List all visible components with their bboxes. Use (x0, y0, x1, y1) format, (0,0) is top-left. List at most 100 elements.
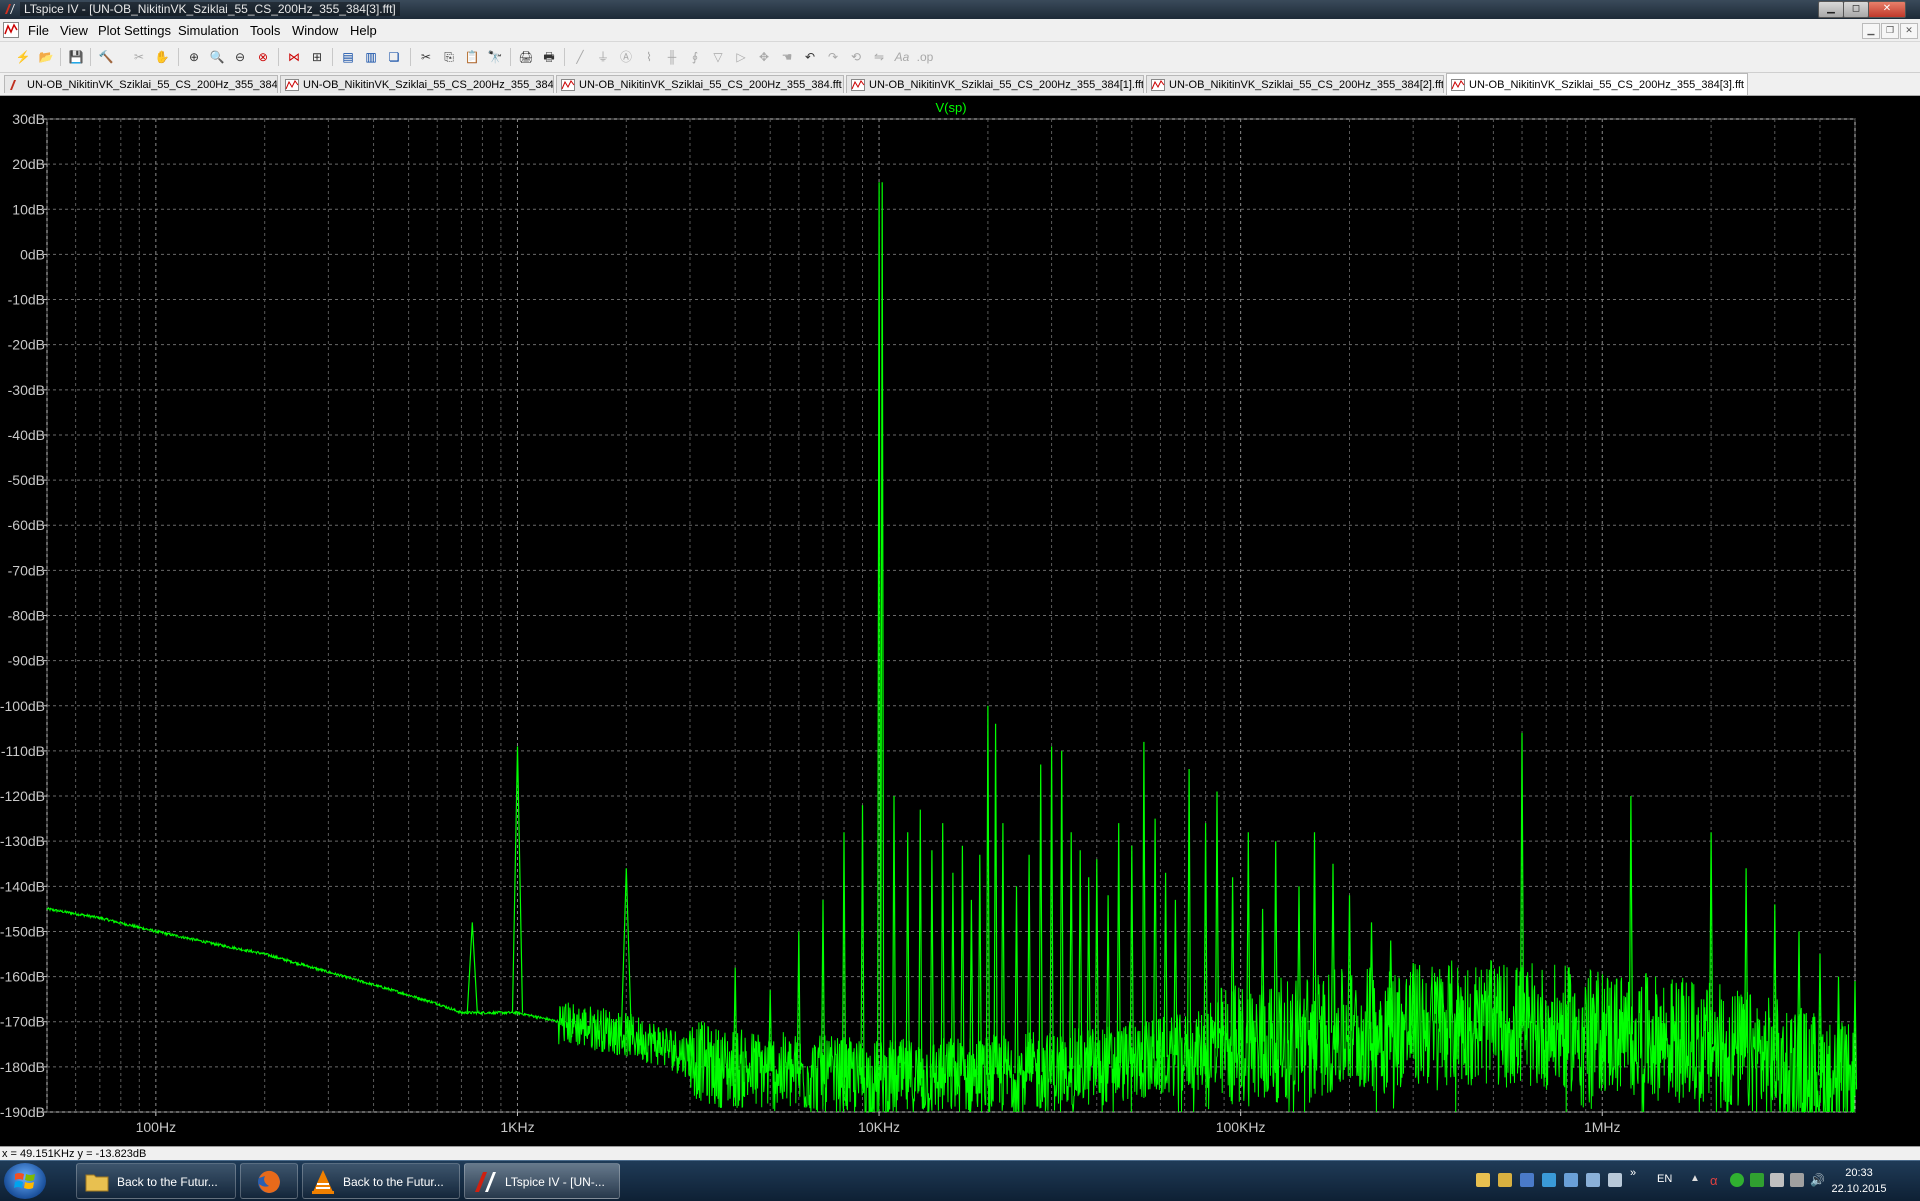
resistor-icon[interactable]: ⌇ (640, 48, 658, 66)
menu-simulation[interactable]: Simulation (178, 23, 239, 38)
maximize-button[interactable]: ◻ (1843, 1, 1869, 18)
trace-peak (1086, 877, 1091, 1067)
ground-icon[interactable]: ⏚ (594, 48, 612, 66)
select-traces-icon[interactable]: ⊞ (308, 48, 326, 66)
minimize-button[interactable]: ▁ (1818, 1, 1844, 18)
cascade-icon[interactable]: ❏ (385, 48, 403, 66)
move-icon[interactable]: ✥ (755, 48, 773, 66)
print-icon[interactable]: 🖶 (540, 48, 558, 66)
mdi-minimize-button[interactable]: ▁ (1862, 23, 1880, 39)
spice-directive-icon[interactable]: .op (916, 48, 934, 66)
control-panel-icon[interactable]: 🔨 (97, 48, 115, 66)
tab-label: UN-OB_NikitinVK_Sziklai_55_CS_200Hz_355_… (579, 79, 842, 91)
fft-chart[interactable]: 30dB 20dB 10dB 0dB -10dB -20dB -30dB -40dB -50dB… (0, 96, 1920, 1146)
menu-plot-settings[interactable]: Plot Settings (98, 23, 171, 38)
tab-waveform-1[interactable]: UN-OB_NikitinVK_Sziklai_55_CS_200Hz_355_… (280, 75, 554, 93)
waveform-window-icon[interactable] (3, 22, 19, 38)
trace-peak (1014, 886, 1019, 1074)
open-icon[interactable]: 📂 (37, 48, 55, 66)
tray-shield-icon[interactable] (1730, 1173, 1744, 1187)
tab-fft-2[interactable]: UN-OB_NikitinVK_Sziklai_55_CS_200Hz_355_… (1146, 75, 1444, 93)
menu-help[interactable]: Help (350, 23, 377, 38)
y-tick-label: -150dB (0, 923, 45, 939)
zoom-fit-icon[interactable]: ⊗ (254, 48, 272, 66)
y-tick-label: -50dB (8, 472, 45, 488)
autorange-icon[interactable]: ⋈ (285, 48, 303, 66)
menu-file[interactable]: File (28, 23, 49, 38)
tile-horizontal-icon[interactable]: ▤ (339, 48, 357, 66)
menu-view[interactable]: View (60, 23, 88, 38)
drag-icon[interactable]: ☚ (778, 48, 796, 66)
x-tick-label: 10KHz (858, 1119, 900, 1135)
label-icon[interactable]: Ⓐ (617, 48, 635, 66)
tab-schematic-1[interactable]: UN-OB_NikitinVK_Sziklai_55_CS_200Hz_355_… (4, 75, 278, 93)
taskbar-explorer-button[interactable]: Back to the Futur... (76, 1163, 236, 1199)
trace-peak (1628, 795, 1633, 1035)
text-icon[interactable]: Aa (893, 48, 911, 66)
undo-icon[interactable]: ↶ (801, 48, 819, 66)
tile-vertical-icon[interactable]: ▥ (362, 48, 380, 66)
tray-expand-icon[interactable]: » (1630, 1167, 1644, 1181)
diode-icon[interactable]: ▽ (709, 48, 727, 66)
save-icon[interactable]: 💾 (67, 48, 85, 66)
paste-icon[interactable]: 📋 (463, 48, 481, 66)
y-tick-label: -30dB (8, 382, 45, 398)
component-icon[interactable]: ▷ (732, 48, 750, 66)
menu-tools[interactable]: Tools (250, 23, 280, 38)
taskbar-ltspice-button[interactable]: LTspice IV - [UN-... (464, 1163, 620, 1199)
language-indicator[interactable]: EN (1657, 1173, 1672, 1185)
tray-folder-icon[interactable] (1476, 1173, 1490, 1187)
trace-name-label[interactable]: V(sp) (935, 100, 966, 115)
zoom-in-icon[interactable]: ⊕ (185, 48, 203, 66)
new-schematic-icon[interactable]: ⚡ (14, 48, 32, 66)
taskbar-firefox-button[interactable] (240, 1163, 298, 1199)
start-button[interactable] (4, 1163, 46, 1199)
tray-power-icon[interactable] (1790, 1173, 1804, 1187)
tray-keyboard-icon[interactable] (1770, 1173, 1784, 1187)
redo-icon[interactable]: ↷ (824, 48, 842, 66)
wire-icon[interactable]: ╱ (571, 48, 589, 66)
print-preview-icon[interactable]: 🖨 (517, 48, 535, 66)
y-tick-label: -140dB (0, 878, 45, 894)
zoom-out-icon[interactable]: ⊖ (231, 48, 249, 66)
volume-icon[interactable]: 🔊 (1810, 1173, 1825, 1187)
cut-icon[interactable]: ✂ (417, 48, 435, 66)
zoom-box-icon[interactable]: 🔍 (208, 48, 226, 66)
waveform-tab-icon (1151, 79, 1165, 91)
inductor-icon[interactable]: ∮ (686, 48, 704, 66)
fft-plot-pane[interactable]: 30dB 20dB 10dB 0dB -10dB -20dB -30dB -40dB -50dB… (0, 96, 1920, 1146)
y-tick-label: -170dB (0, 1014, 45, 1030)
tray-show-hidden-icon[interactable]: ▲ (1690, 1173, 1704, 1187)
tray-network-icon[interactable] (1542, 1173, 1556, 1187)
taskbar-clock[interactable]: 20:33 22.10.2015 (1828, 1165, 1890, 1197)
tab-fft[interactable]: UN-OB_NikitinVK_Sziklai_55_CS_200Hz_355_… (556, 75, 844, 93)
tray-monitor-icon[interactable] (1520, 1173, 1534, 1187)
taskbar-vlc-button[interactable]: Back to the Futur... (302, 1163, 460, 1199)
clock-date: 22.10.2015 (1831, 1183, 1887, 1195)
tab-fft-3-active[interactable]: UN-OB_NikitinVK_Sziklai_55_CS_200Hz_355_… (1446, 73, 1748, 95)
tray-sync-icon[interactable] (1586, 1173, 1600, 1187)
tray-display-icon[interactable] (1564, 1173, 1578, 1187)
window-title: LTspice IV - [UN-OB_NikitinVK_Sziklai_55… (20, 2, 400, 16)
mirror-icon[interactable]: ⇋ (870, 48, 888, 66)
tray-recycle-icon[interactable] (1608, 1173, 1622, 1187)
capacitor-icon[interactable]: ╫ (663, 48, 681, 66)
clock-time: 20:33 (1845, 1167, 1873, 1179)
tray-alpha-icon[interactable]: α (1710, 1173, 1724, 1188)
find-icon[interactable]: 🔭 (486, 48, 504, 66)
tray-notes-icon[interactable] (1498, 1173, 1512, 1187)
tab-label: UN-OB_NikitinVK_Sziklai_55_CS_200Hz_355_… (869, 79, 1144, 91)
cursor-readout: x = 49.151KHz y = -13.823dB (2, 1148, 147, 1160)
mdi-close-button[interactable]: ✕ (1900, 23, 1918, 39)
waveform-tab-icon (1451, 79, 1465, 91)
close-button[interactable]: ✕ (1868, 1, 1906, 18)
mdi-restore-button[interactable]: ❐ (1881, 23, 1899, 39)
run-icon[interactable]: ✂ (130, 48, 148, 66)
waveform-tab-icon (851, 79, 865, 91)
tray-battery-icon[interactable] (1750, 1173, 1764, 1187)
halt-icon[interactable]: ✋ (153, 48, 171, 66)
tab-fft-1[interactable]: UN-OB_NikitinVK_Sziklai_55_CS_200Hz_355_… (846, 75, 1144, 93)
copy-icon[interactable]: ⎘ (440, 48, 458, 66)
rotate-icon[interactable]: ⟲ (847, 48, 865, 66)
menu-window[interactable]: Window (292, 23, 338, 38)
